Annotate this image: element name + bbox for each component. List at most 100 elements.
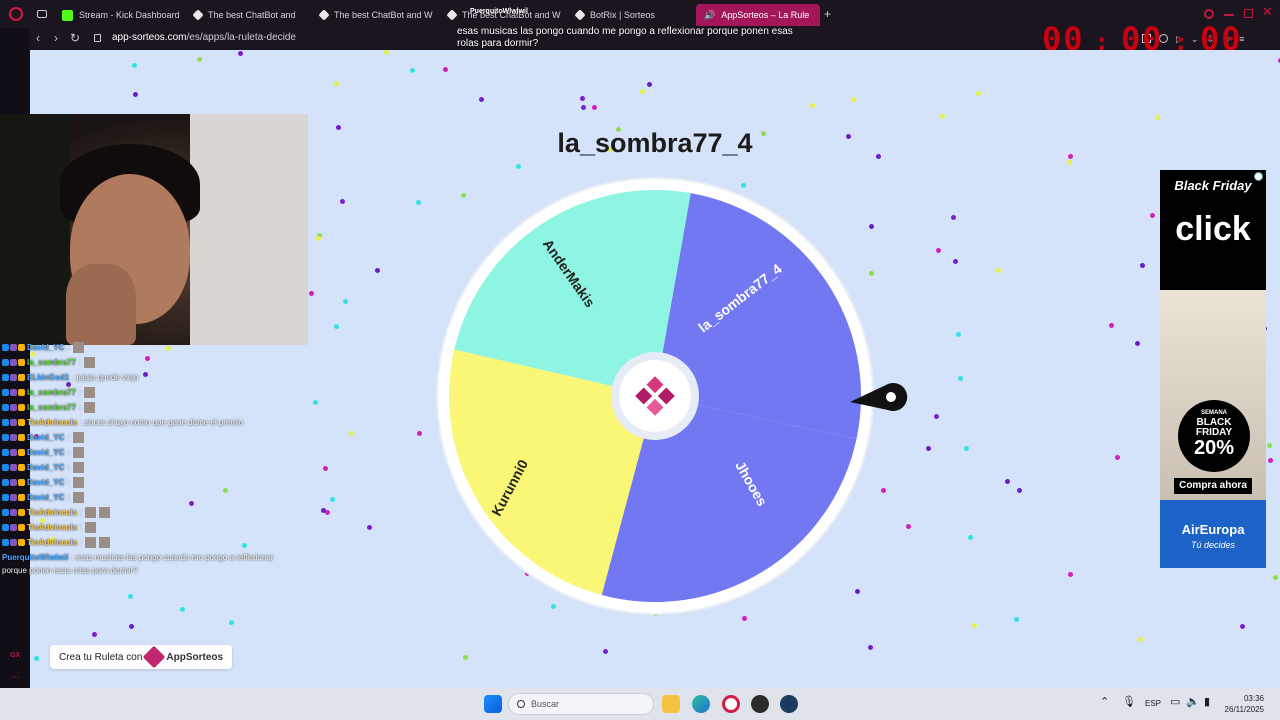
obs-icon[interactable] [751, 695, 769, 713]
chat-message: David_YC: [2, 445, 84, 459]
chat-username[interactable]: David_YC [27, 463, 64, 472]
badge-icon [18, 493, 25, 501]
chat-username[interactable]: TioAdvincula [27, 523, 77, 532]
more-icon[interactable]: ⋯ [10, 672, 20, 683]
chat-badges [2, 493, 25, 501]
ad-info-icon[interactable] [1254, 172, 1263, 181]
badge-icon [2, 448, 9, 456]
chat-username[interactable]: David_YC [27, 493, 64, 502]
chevron-up-icon[interactable]: ⌃ [1100, 697, 1109, 708]
chat-badges [2, 538, 25, 546]
tab-label: The best ChatBot and W [334, 10, 433, 20]
create-roulette-link[interactable]: Crea tu Ruleta con AppSorteos [50, 645, 233, 669]
url-path: /es/apps/la-ruleta-decide [186, 32, 296, 43]
tab-label: BotRix | Sorteos [590, 10, 655, 20]
badge-icon [10, 538, 17, 546]
windows-start-icon[interactable] [484, 695, 502, 713]
ad-badge-title: BLACK FRIDAY [1195, 417, 1233, 438]
badge-icon [2, 478, 9, 486]
badge-icon [2, 508, 9, 516]
kick-icon [62, 9, 73, 21]
christmas-tree [0, 114, 70, 345]
ad-banner[interactable]: Black Friday click SEMANA BLACK FRIDAY 2… [1160, 170, 1266, 568]
chat-username[interactable]: David_YC [27, 433, 64, 442]
maximize-icon[interactable] [1244, 9, 1253, 18]
badge-icon [18, 478, 25, 486]
edge-icon[interactable] [692, 695, 710, 713]
taskbar-clock[interactable]: 03:36 26/11/2025 [1225, 693, 1264, 715]
badge-icon [10, 403, 17, 411]
badge-icon [10, 493, 17, 501]
chat-text: : [67, 462, 70, 472]
badge-icon [10, 508, 17, 516]
chat-username[interactable]: TioAdvincula [27, 418, 77, 427]
badge-icon [2, 523, 9, 531]
badge-icon [18, 403, 25, 411]
url-field[interactable]: app-sorteos.com/es/apps/la-ruleta-decide [112, 32, 296, 43]
badge-icon [2, 373, 9, 381]
tab-overview-icon[interactable] [37, 10, 47, 18]
chat-text: : [67, 447, 70, 457]
badge-icon [10, 478, 17, 486]
emote-icon [72, 491, 84, 503]
chat-username[interactable]: TioAdvincula [27, 538, 77, 547]
badge-icon [10, 358, 17, 366]
search-icon [517, 700, 525, 708]
forward-icon[interactable]: › [54, 32, 58, 44]
tab-label: AppSorteos – La Rule [721, 10, 810, 20]
chat-message: TioAdvincula: [2, 535, 111, 549]
chat-username[interactable]: la_sombra77 [27, 403, 76, 412]
emote-icon [99, 506, 111, 518]
input-language[interactable]: ESP [1145, 699, 1161, 708]
chat-username[interactable]: la_sombra77 [27, 388, 76, 397]
close-icon[interactable]: ✕ [1262, 5, 1273, 18]
steam-icon[interactable] [780, 695, 798, 713]
search-icon[interactable] [1204, 9, 1214, 19]
ad-cta-button[interactable]: Compra ahora [1174, 478, 1252, 494]
chat-username[interactable]: David_YC [27, 448, 64, 457]
chat-badges [2, 433, 25, 441]
new-tab-button[interactable]: + [824, 8, 831, 20]
badge-icon [2, 418, 9, 426]
chat-message: la_sombra77: [2, 400, 96, 414]
opera-gx-label[interactable]: GX [10, 652, 20, 659]
tab-kick-dashboard[interactable]: Stream - Kick Dashboard [54, 4, 184, 26]
emote-icon [72, 431, 84, 443]
taskbar-search[interactable]: Buscar [508, 693, 654, 715]
chat-message: TioAdvincula: [2, 520, 97, 534]
back-icon[interactable]: ‹ [36, 32, 40, 44]
microphone-icon[interactable]: 🎙 [1122, 697, 1136, 708]
chat-badges [2, 523, 25, 531]
volume-icon[interactable]: 🔈 [1186, 697, 1200, 708]
tab-chatbot-2[interactable]: The best ChatBot and W [312, 4, 434, 26]
file-explorer-icon[interactable] [662, 695, 680, 713]
battery-icon[interactable]: ▮ [1204, 697, 1210, 708]
opera-gx-logo-icon[interactable] [9, 7, 23, 21]
overlay-username: PuerquitoWlwlwil [470, 8, 528, 15]
chat-username[interactable]: David_YC [27, 343, 64, 352]
chat-message: TioAdvincula: ahora chayo como que gane … [2, 415, 243, 429]
chat-username[interactable]: PuerquitoWlwlwil [2, 553, 68, 562]
chat-text: : [78, 357, 82, 367]
reload-icon[interactable]: ↻ [70, 32, 80, 44]
ad-headline: Black Friday [1174, 178, 1252, 193]
chat-username[interactable]: la_sombra77 [27, 358, 76, 367]
chat-text-continued: porque ponen esas rolas para dormir? [2, 565, 138, 575]
emote-icon [85, 521, 97, 533]
chat-badges [2, 508, 25, 516]
wheel-hub[interactable] [619, 360, 691, 432]
chat-username[interactable]: David_YC [27, 478, 64, 487]
ad-badge-week: SEMANA [1200, 410, 1227, 416]
network-icon[interactable]: ▭ [1170, 697, 1180, 708]
opera-gx-icon[interactable] [722, 695, 740, 713]
chat-message: la_sombra77: [2, 385, 96, 399]
badge-icon [18, 508, 25, 516]
tab-botrix-sorteos[interactable]: BotRix | Sorteos [568, 4, 686, 26]
chat-username[interactable]: ELkinGod1 [27, 373, 69, 382]
minimize-icon[interactable] [1224, 14, 1234, 16]
botrix-icon [574, 9, 586, 21]
tab-appsorteos-active[interactable]: 🔊 AppSorteos – La Rule [696, 4, 820, 26]
chat-text: : [67, 342, 70, 352]
chat-username[interactable]: TioAdvincula [27, 508, 77, 517]
tab-chatbot-1[interactable]: The best ChatBot and [186, 4, 304, 26]
